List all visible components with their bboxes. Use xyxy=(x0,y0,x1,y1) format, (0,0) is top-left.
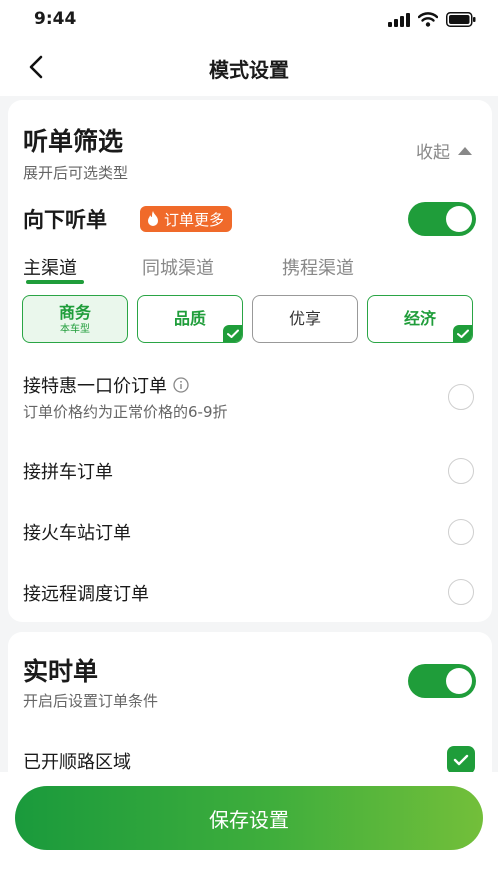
option-train-station-checkbox[interactable] xyxy=(448,519,474,545)
page-title: 模式设置 xyxy=(209,58,289,82)
down-listen-toggle[interactable] xyxy=(408,202,476,236)
option-remote-dispatch: 接远程调度订单 xyxy=(23,584,149,605)
option-carpool-checkbox[interactable] xyxy=(448,458,474,484)
check-corner-icon xyxy=(453,325,472,342)
toggle-knob xyxy=(446,206,472,232)
car-type-sublabel: 本车型 xyxy=(60,323,90,335)
tab-active-indicator xyxy=(26,280,84,284)
more-orders-badge: 订单更多 xyxy=(140,206,233,232)
realtime-title: 实时单 xyxy=(23,657,99,686)
realtime-toggle[interactable] xyxy=(408,664,476,698)
car-type-label: 优享 xyxy=(288,309,321,328)
collapse-label: 收起 xyxy=(416,143,450,163)
wifi-icon xyxy=(418,12,438,27)
realtime-subtitle: 开启后设置订单条件 xyxy=(23,692,159,710)
filter-subtitle: 展开后可选类型 xyxy=(23,164,129,182)
option-fixed-price-checkbox[interactable] xyxy=(448,384,474,410)
listen-filter-card: 听单筛选 展开后可选类型 收起 向下听单 订单更多 主渠道 同城渠道 携程渠道 … xyxy=(8,100,492,622)
info-icon[interactable] xyxy=(173,377,189,393)
triangle-up-icon xyxy=(458,146,472,155)
option-carpool: 接拼车订单 xyxy=(23,462,113,483)
signal-icon xyxy=(388,12,410,27)
option-remote-dispatch-checkbox[interactable] xyxy=(448,579,474,605)
tab-ctrip-channel[interactable]: 携程渠道 xyxy=(282,254,354,280)
car-type-business[interactable]: 商务 本车型 xyxy=(22,295,128,343)
car-type-label: 商务 xyxy=(58,302,91,322)
check-icon xyxy=(453,754,469,766)
badge-label: 订单更多 xyxy=(164,210,225,229)
car-type-economy[interactable]: 经济 xyxy=(367,295,473,343)
route-area-label: 已开顺路区域 xyxy=(23,752,131,773)
check-corner-icon xyxy=(223,325,242,342)
collapse-toggle[interactable]: 收起 xyxy=(416,138,472,163)
status-icons xyxy=(388,12,476,27)
option-fixed-price-desc: 订单价格约为正常价格的6-9折 xyxy=(23,403,228,421)
car-type-premium[interactable]: 优享 xyxy=(252,295,358,343)
battery-icon xyxy=(446,12,476,27)
car-type-label: 品质 xyxy=(173,309,206,328)
option-train-station: 接火车站订单 xyxy=(23,523,131,544)
tab-main-channel[interactable]: 主渠道 xyxy=(23,254,77,280)
toggle-knob xyxy=(446,668,472,694)
car-type-quality[interactable]: 品质 xyxy=(137,295,243,343)
route-area-checkbox[interactable] xyxy=(447,746,475,774)
tab-city-channel[interactable]: 同城渠道 xyxy=(142,254,214,280)
option-fixed-price: 接特惠一口价订单 xyxy=(23,372,189,398)
status-bar: 9:44 xyxy=(0,0,498,40)
option-label: 接特惠一口价订单 xyxy=(23,376,167,397)
save-settings-button[interactable]: 保存设置 xyxy=(15,786,483,850)
fire-icon xyxy=(148,211,158,226)
car-type-label: 经济 xyxy=(403,309,436,328)
down-listen-label: 向下听单 xyxy=(23,208,107,232)
status-time: 9:44 xyxy=(34,9,77,29)
filter-title: 听单筛选 xyxy=(23,127,124,156)
nav-bar: 模式设置 xyxy=(0,40,498,96)
